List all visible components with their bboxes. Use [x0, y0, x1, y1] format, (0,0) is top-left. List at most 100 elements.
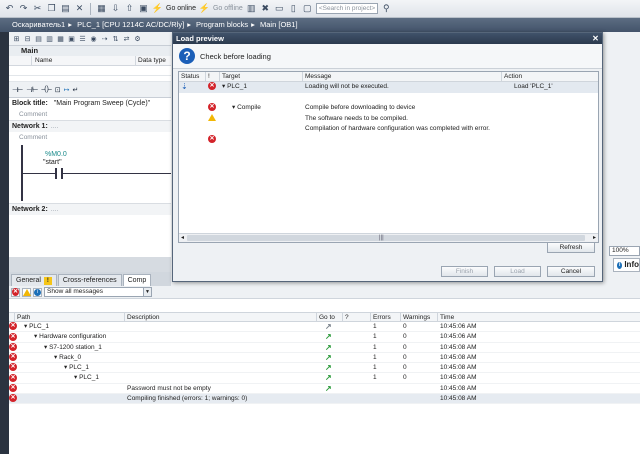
column-alert[interactable]: !	[206, 72, 220, 81]
open-branch-icon[interactable]: ↦	[64, 86, 70, 94]
delete-network-icon[interactable]: ⊟	[23, 34, 32, 43]
contact-address[interactable]: %M0.0	[45, 151, 67, 158]
message-row[interactable]: ✕ ▾ Rack_0 ↗ 1 0 10:45:08 AM	[9, 353, 640, 364]
insert-network-icon[interactable]: ⊞	[12, 34, 21, 43]
column-goto[interactable]: Go to	[317, 313, 343, 321]
go-offline-button[interactable]: Go offline	[213, 5, 243, 12]
tab-general[interactable]: General !	[11, 274, 57, 286]
load-preview-row[interactable]: Compilation of hardware configuration wa…	[179, 124, 598, 135]
column-message[interactable]: Message	[303, 72, 502, 81]
load-preview-row[interactable]	[179, 93, 598, 104]
comments-icon[interactable]: ☰	[78, 34, 87, 43]
horizontal-scrollbar[interactable]: ◂ ||| ▸	[179, 233, 598, 242]
block-comment[interactable]: Comment	[9, 109, 171, 120]
action-cell[interactable]	[502, 124, 598, 135]
cut-icon[interactable]: ✂	[32, 3, 43, 14]
message-row[interactable]: ✕ ▾ PLC_1 ↗ 1 0 10:45:08 AM	[9, 363, 640, 374]
no-contact[interactable]	[55, 168, 63, 179]
monitor-icon[interactable]: ◉	[89, 34, 98, 43]
column-name[interactable]: Name	[31, 56, 135, 65]
breadcrumb-main[interactable]: Main [OB1]	[260, 20, 298, 29]
redo-icon[interactable]: ↷	[18, 3, 29, 14]
block-title-value[interactable]: "Main Program Sweep (Cycle)"	[54, 100, 150, 107]
column-time[interactable]: Time	[438, 313, 640, 321]
search-icon[interactable]: ⚲	[381, 3, 392, 14]
breadcrumb-plc[interactable]: PLC_1 [CPU 1214C AC/DC/Rly]	[77, 20, 184, 29]
network-2-header[interactable]: Network 2:....	[9, 203, 171, 215]
undo-icon[interactable]: ↶	[4, 3, 15, 14]
scrollbar-thumb[interactable]	[187, 235, 585, 241]
refresh-button[interactable]: Refresh	[547, 242, 595, 253]
filter-errors-button[interactable]: ✕	[11, 287, 20, 297]
go-to-arrow-icon[interactable]: ↗	[325, 373, 332, 382]
column-action[interactable]: Action	[502, 72, 598, 81]
nc-contact-icon[interactable]: ⊣/⊢	[26, 86, 38, 94]
go-to-arrow-icon[interactable]: ↗	[325, 332, 332, 341]
load-preview-row[interactable]: ✕ ▾ Compile Compile before downloading to …	[179, 103, 598, 114]
column-help[interactable]: ?	[343, 313, 371, 321]
cancel-button[interactable]: Cancel	[547, 266, 595, 277]
empty-box-icon[interactable]: ⊡	[55, 86, 61, 94]
online-compare-icon[interactable]: ⇄	[122, 34, 131, 43]
dialog-titlebar[interactable]: Load preview ✕	[173, 33, 602, 44]
call-hierarchy-icon[interactable]: ⇅	[111, 34, 120, 43]
compile-icon[interactable]: ▦	[96, 3, 107, 14]
go-to-arrow-icon[interactable]: ↗	[325, 363, 332, 372]
project-tree-collapsed[interactable]	[0, 32, 9, 454]
filter-warnings-button[interactable]	[22, 287, 31, 297]
open-all-icon[interactable]: ▤	[34, 34, 43, 43]
settings-icon[interactable]: ⚙	[133, 34, 142, 43]
network-1-header[interactable]: Network 1:....	[9, 120, 171, 132]
no-contact-icon[interactable]: ⊣⊢	[12, 86, 23, 94]
copy-icon[interactable]: ❐	[46, 3, 57, 14]
go-to-arrow-icon[interactable]: ↗	[325, 322, 332, 331]
cross-reference-icon[interactable]: ✖	[260, 3, 271, 14]
column-description[interactable]: Description	[125, 313, 317, 321]
tab-cross-references[interactable]: Cross-references	[57, 274, 122, 286]
action-cell[interactable]	[502, 114, 598, 125]
tab-compile[interactable]: Comp	[122, 274, 152, 286]
close-icon[interactable]: ✕	[591, 34, 600, 43]
load-preview-row[interactable]: The software needs to be compiled.	[179, 114, 598, 125]
column-errors[interactable]: Errors	[371, 313, 401, 321]
go-offline-icon[interactable]: ⚡	[199, 3, 210, 14]
message-filter-select[interactable]: Show all messages ▼	[44, 287, 152, 297]
close-branch-icon[interactable]: ↵	[73, 86, 79, 94]
network-1-comment[interactable]: Comment	[9, 132, 171, 143]
upload-icon[interactable]: ⇧	[124, 3, 135, 14]
split-h-icon[interactable]: ▭	[274, 3, 285, 14]
chevron-down-icon[interactable]: ▼	[143, 288, 151, 296]
column-status[interactable]: Status	[179, 72, 206, 81]
load-preview-row[interactable]: ✕	[179, 134, 598, 146]
paste-icon[interactable]: ▤	[60, 3, 71, 14]
column-target[interactable]: Target	[220, 72, 303, 81]
scroll-right-icon[interactable]: ▸	[593, 234, 596, 242]
favorites-icon[interactable]: ▣	[67, 34, 76, 43]
finish-button[interactable]: Finish	[441, 266, 488, 277]
go-online-button[interactable]: Go online	[166, 5, 196, 12]
delete-icon[interactable]: ✕	[74, 3, 85, 14]
go-to-arrow-icon[interactable]: ↗	[325, 343, 332, 352]
contact-tag-name[interactable]: "start"	[43, 159, 62, 166]
download-icon[interactable]: ⇩	[110, 3, 121, 14]
breadcrumb-project[interactable]: Оскариватель1	[12, 20, 65, 29]
message-row[interactable]: ✕ ▾ Hardware configuration ↗ 1 0 10:45:06 AM	[9, 332, 640, 343]
go-to-arrow-icon[interactable]: ↗	[325, 384, 332, 393]
scroll-left-icon[interactable]: ◂	[181, 234, 184, 242]
action-cell[interactable]: Load 'PLC_1'	[502, 82, 598, 93]
column-datatype[interactable]: Data type	[135, 56, 171, 65]
window-icon[interactable]: ▢	[302, 3, 313, 14]
simulation-icon[interactable]: ▣	[138, 3, 149, 14]
tab-info[interactable]: i Info	[613, 258, 640, 272]
message-row[interactable]: ✕ ▾ S7-1200 station_1 ↗ 1 0 10:45:08 AM	[9, 343, 640, 353]
action-cell[interactable]	[502, 135, 598, 146]
action-cell[interactable]	[502, 103, 598, 114]
breadcrumb-program-blocks[interactable]: Program blocks	[196, 20, 248, 29]
split-v-icon[interactable]: ▯	[288, 3, 299, 14]
message-row[interactable]: ✕ Password must not be empty ↗ 10:45:08 AM	[9, 384, 640, 395]
close-all-icon[interactable]: ▥	[45, 34, 54, 43]
column-path[interactable]: Path	[15, 313, 125, 321]
action-cell[interactable]	[502, 93, 598, 104]
zoom-field[interactable]: 100%	[609, 246, 640, 256]
filter-info-button[interactable]: i	[33, 287, 42, 297]
